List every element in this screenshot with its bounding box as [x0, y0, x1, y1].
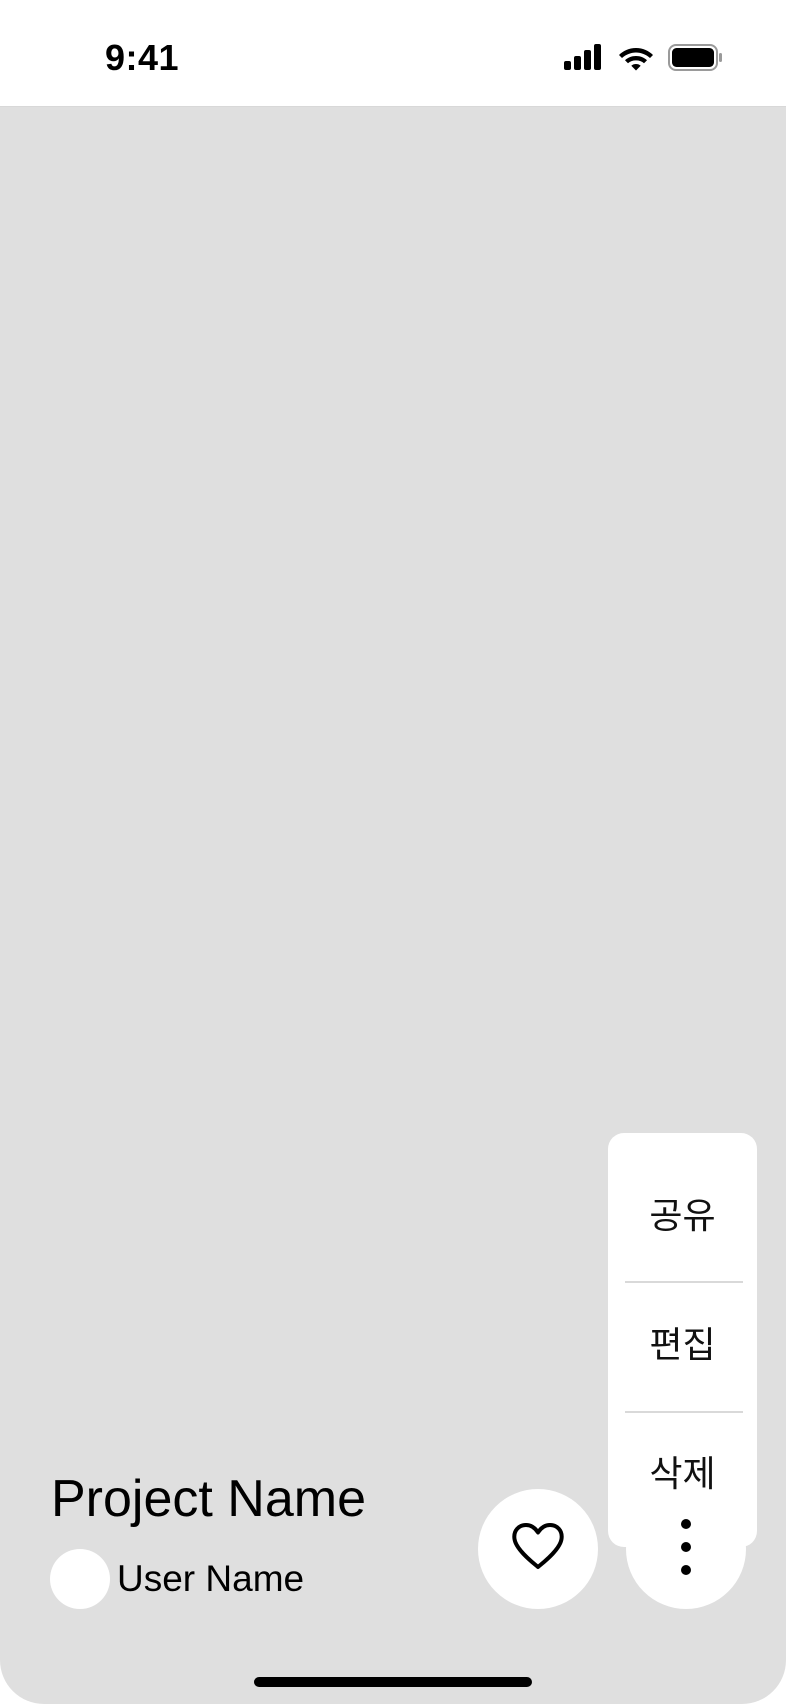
- menu-divider: [625, 1281, 743, 1283]
- menu-divider: [625, 1411, 743, 1413]
- like-button[interactable]: [478, 1489, 598, 1609]
- context-menu: 공유 편집 삭제: [608, 1133, 757, 1547]
- avatar[interactable]: [50, 1549, 110, 1609]
- status-time: 9:41: [105, 37, 180, 78]
- project-view: 공유 편집 삭제: [0, 107, 786, 1704]
- user-name[interactable]: User Name: [117, 1557, 304, 1601]
- more-vertical-icon: [680, 1518, 692, 1580]
- home-indicator: [254, 1677, 532, 1687]
- status-icons: [564, 43, 723, 75]
- status-bar: 9:41: [0, 0, 786, 107]
- menu-item-share[interactable]: 공유: [608, 1183, 757, 1243]
- more-options-button[interactable]: [626, 1489, 746, 1609]
- heart-icon: [510, 1522, 566, 1576]
- wifi-icon: [618, 44, 654, 75]
- menu-item-edit[interactable]: 편집: [608, 1312, 757, 1372]
- battery-icon: [668, 43, 723, 75]
- cellular-signal-icon: [564, 44, 604, 74]
- project-title: Project Name: [51, 1470, 366, 1528]
